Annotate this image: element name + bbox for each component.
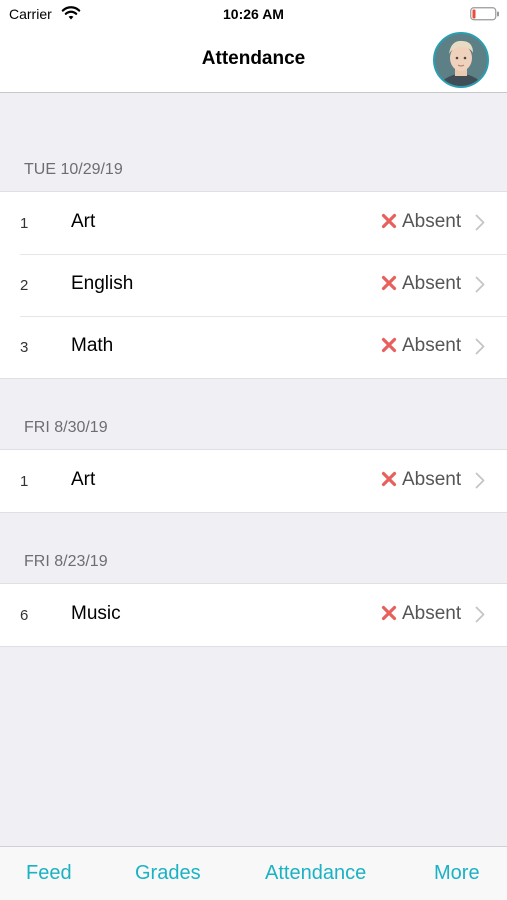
tab-grades[interactable]: Grades [135, 862, 201, 885]
absent-x-icon [381, 213, 397, 229]
absent-x-icon [381, 337, 397, 353]
status-label: Absent [402, 273, 462, 294]
subject-label: English [71, 273, 134, 294]
status-time: 10:26 AM [223, 6, 284, 22]
section-date: TUE 10/29/19 [24, 161, 123, 178]
absent-x-icon [381, 471, 397, 487]
status-label: Absent [402, 211, 462, 232]
chevron-right-icon [475, 214, 485, 231]
status-label: Absent [402, 335, 462, 356]
attendance-row[interactable]: 2 English Absent [0, 254, 507, 316]
tab-more[interactable]: More [434, 862, 480, 885]
status-label: Absent [402, 469, 462, 490]
period-number: 3 [20, 339, 29, 356]
chevron-right-icon [475, 472, 485, 489]
chevron-right-icon [475, 338, 485, 355]
section-rows: 1 Art Absent [0, 449, 507, 513]
status-bar: Carrier 10:26 AM [0, 0, 507, 28]
period-number: 1 [20, 473, 29, 490]
avatar-photo [435, 34, 487, 86]
page-title: Attendance [201, 48, 306, 69]
subject-label: Math [71, 335, 114, 356]
attendance-row[interactable]: 3 Math Absent [0, 316, 507, 378]
subject-label: Music [71, 603, 121, 624]
absent-x-icon [381, 275, 397, 291]
absent-x-icon [381, 605, 397, 621]
attendance-row[interactable]: 1 Art Absent [0, 450, 507, 512]
section-header: FRI 8/30/19 [0, 379, 507, 449]
tab-feed[interactable]: Feed [26, 862, 72, 885]
period-number: 1 [20, 215, 29, 232]
attendance-row[interactable]: 6 Music Absent [0, 584, 507, 646]
section-header: TUE 10/29/19 [0, 94, 507, 191]
status-label: Absent [402, 603, 462, 624]
tab-attendance[interactable]: Attendance [265, 862, 366, 885]
chevron-right-icon [475, 276, 485, 293]
subject-label: Art [71, 211, 96, 232]
section-header: FRI 8/23/19 [0, 513, 507, 583]
avatar[interactable] [433, 32, 489, 88]
section-rows: 6 Music Absent [0, 583, 507, 647]
section-rows: 1 Art Absent 2 English Absent 3 Math Abs… [0, 191, 507, 379]
attendance-row[interactable]: 1 Art Absent [0, 192, 507, 254]
subject-label: Art [71, 469, 96, 490]
battery-icon [470, 7, 499, 21]
period-number: 6 [20, 607, 29, 624]
section-date: FRI 8/30/19 [24, 419, 108, 436]
nav-bar: Attendance [0, 28, 507, 93]
section-date: FRI 8/23/19 [24, 553, 108, 570]
chevron-right-icon [475, 606, 485, 623]
attendance-list: TUE 10/29/19 1 Art Absent 2 English Abse… [0, 94, 507, 647]
period-number: 2 [20, 277, 29, 294]
tab-bar: Feed Grades Attendance More [0, 846, 507, 900]
